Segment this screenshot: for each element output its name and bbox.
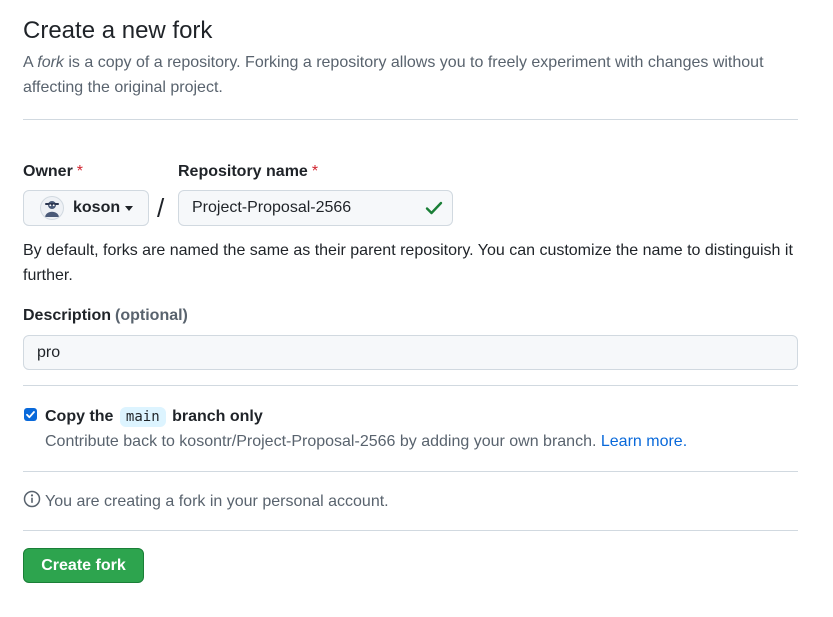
info-icon [23,490,41,513]
page-intro: A fork is a copy of a repository. Forkin… [23,50,798,100]
create-fork-button[interactable]: Create fork [23,548,144,583]
copy-branch-suffix: branch only [172,408,263,425]
copy-main-branch-checkbox[interactable] [24,408,37,421]
create-fork-page: Create a new fork A fork is a copy of a … [0,0,833,617]
description-label: Description (optional) [23,305,188,327]
branch-name-code: main [119,407,166,427]
intro-rest: is a copy of a repository. Forking a rep… [23,54,764,96]
personal-account-notice: You are creating a fork in your personal… [23,490,389,513]
intro-prefix: A [23,54,33,71]
repo-name-label: Repository name * [178,161,318,183]
owner-avatar-icon [40,196,64,220]
copy-branch-prefix: Copy the [45,408,114,425]
required-marker: * [76,163,84,180]
description-label-text: Description [23,307,112,324]
copy-branch-description: Contribute back to kosontr/Project-Propo… [45,430,687,454]
learn-more-link[interactable]: Learn more. [601,433,687,450]
copy-branch-sub-text: Contribute back to kosontr/Project-Propo… [45,433,597,450]
owner-name: koson [73,199,121,216]
repo-name-input[interactable]: Project-Proposal-2566 [178,190,453,226]
owner-label-text: Owner [23,163,73,180]
optional-marker: (optional) [115,307,188,324]
checkbox-checked-icon [26,411,35,419]
description-input[interactable]: pro [23,335,798,370]
page-title: Create a new fork [23,17,213,44]
caret-down-icon [125,205,134,211]
repo-name-label-text: Repository name [178,163,308,180]
owner-repo-separator: / [157,193,165,223]
description-value: pro [37,343,61,361]
required-marker: * [311,163,319,180]
info-text: You are creating a fork in your personal… [45,492,389,510]
owner-select-button[interactable]: koson [23,190,149,226]
divider [23,471,798,472]
repo-name-help: By default, forks are named the same as … [23,242,793,284]
divider [23,530,798,531]
intro-emphasis: fork [37,54,64,71]
owner-label: Owner * [23,161,83,183]
divider [23,119,798,120]
check-icon [425,200,443,221]
copy-branch-label[interactable]: Copy the main branch only [45,404,263,430]
divider [23,385,798,386]
repo-name-value: Project-Proposal-2566 [192,199,352,216]
